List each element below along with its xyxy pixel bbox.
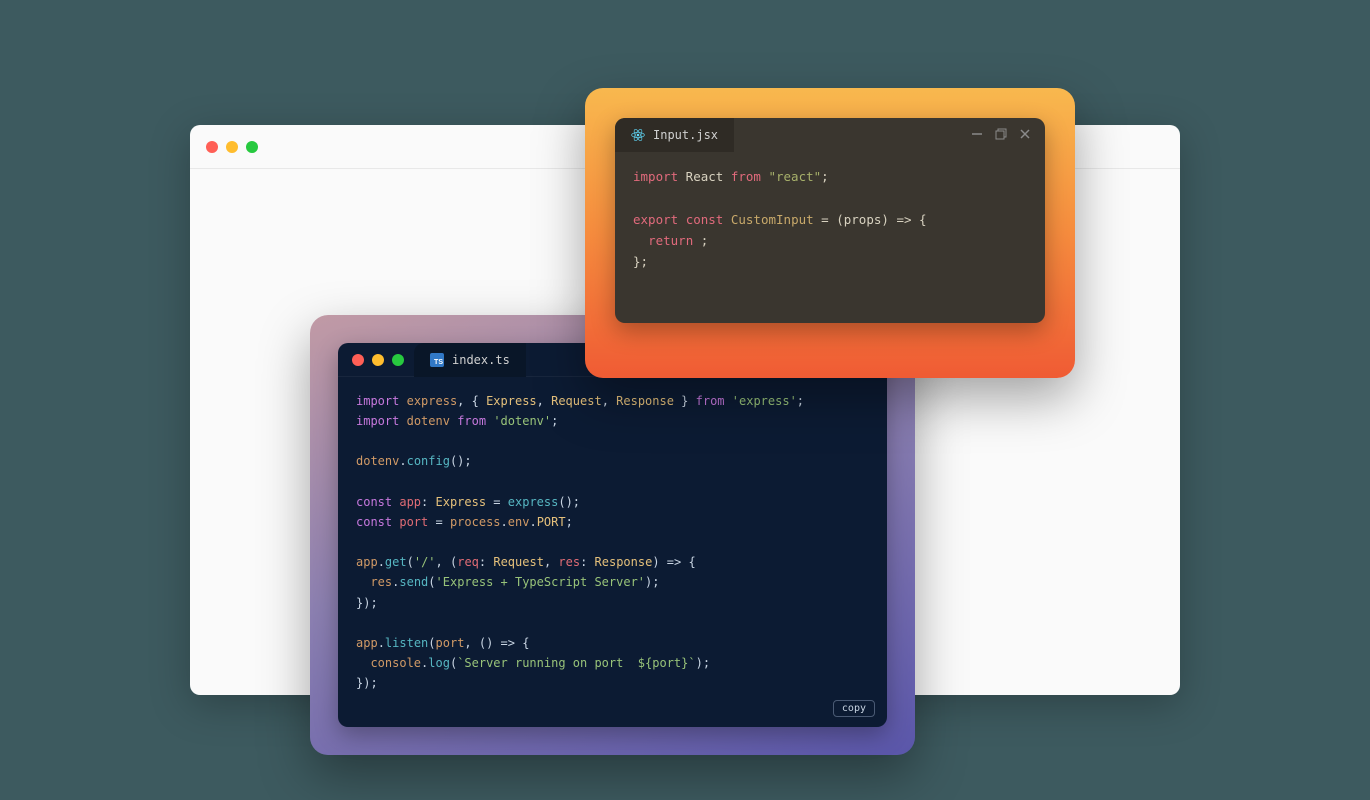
code-card-orange: Input.jsx import React from "react"; exp… (585, 88, 1075, 378)
editor-tab-inputjsx[interactable]: Input.jsx (615, 118, 734, 152)
close-icon[interactable] (206, 141, 218, 153)
code-content[interactable]: import express, { Express, Request, Resp… (338, 377, 887, 707)
code-editor-indexts: TS index.ts import express, { Express, R… (338, 343, 887, 727)
editor-header: Input.jsx (615, 118, 1045, 152)
maximize-icon[interactable] (392, 354, 404, 366)
editor-tab-indexts[interactable]: TS index.ts (414, 343, 526, 377)
code-content[interactable]: import React from "react"; export const … (615, 152, 1045, 286)
react-icon (631, 128, 645, 142)
maximize-icon[interactable] (246, 141, 258, 153)
code-editor-inputjsx: Input.jsx import React from "react"; exp… (615, 118, 1045, 323)
editor-window-buttons (971, 128, 1031, 140)
close-icon[interactable] (352, 354, 364, 366)
tab-filename: Input.jsx (653, 128, 718, 142)
minimize-icon[interactable] (971, 128, 983, 140)
minimize-icon[interactable] (226, 141, 238, 153)
restore-icon[interactable] (995, 128, 1007, 140)
editor-window-controls (352, 354, 404, 366)
typescript-icon: TS (430, 353, 444, 367)
minimize-icon[interactable] (372, 354, 384, 366)
tab-filename: index.ts (452, 353, 510, 367)
copy-button[interactable]: copy (833, 700, 875, 717)
window-controls (206, 141, 258, 153)
code-card-purple: TS index.ts import express, { Express, R… (310, 315, 915, 755)
close-icon[interactable] (1019, 128, 1031, 140)
